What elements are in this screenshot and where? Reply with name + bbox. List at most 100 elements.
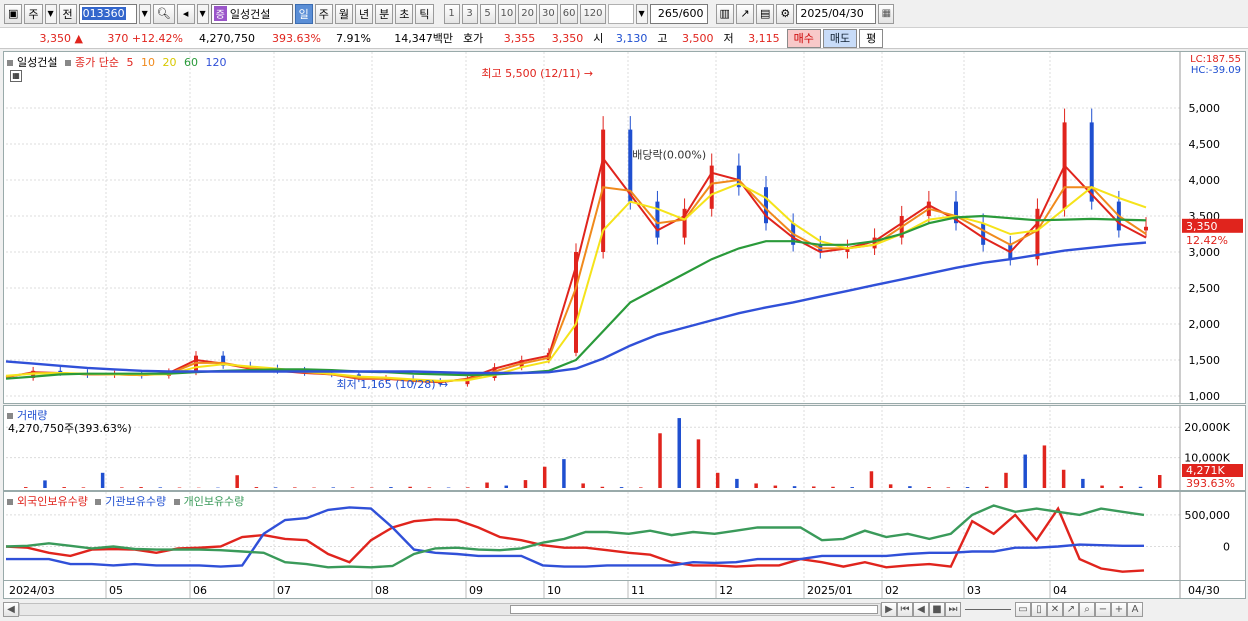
volume-bar [562,459,566,488]
volume-bar [427,487,432,488]
period-minute[interactable]: 분 [375,3,394,24]
scroll-track[interactable] [19,603,881,616]
period-tick[interactable]: 틱 [415,3,434,24]
period-second[interactable]: 초 [395,3,414,24]
fast-forward-icon[interactable]: ⏭ [945,602,961,617]
volume-bar [1158,475,1162,488]
date-input[interactable]: 2025/04/30 [796,3,877,24]
zoom-icon[interactable]: ⌕ [1079,602,1095,617]
prev-icon[interactable]: ◀ [913,602,929,617]
trend-icon[interactable]: ↗ [1063,602,1079,617]
volume-bar [600,486,605,488]
volume-bar [908,486,912,488]
legend-square [7,498,13,505]
volume-bar [985,486,989,488]
interval-5[interactable]: 5 [479,3,496,24]
high-annotation: 최고 5,500 (12/11) → [481,67,593,80]
interval-10[interactable]: 10 [497,3,517,24]
volume-bar [100,472,105,488]
scroll-left-icon[interactable]: ◀ [3,602,19,617]
table-icon[interactable]: ▦ [10,70,22,82]
speaker-dropdown-icon[interactable]: ▼ [196,3,209,24]
x-tick-label: 04/30 [1188,584,1220,597]
speaker-icon[interactable]: ◂ [176,3,195,24]
interval-dropdown-icon[interactable]: ▼ [635,3,648,24]
low-price: 3,115 [748,31,780,45]
volume-bar [24,487,28,488]
period-day[interactable]: 일 [294,3,313,24]
trade-amount: 14,347백만 [394,32,453,45]
date-value: 2025/04/30 [800,7,864,20]
scroll-thumb[interactable] [510,605,878,614]
market-select[interactable]: 주 [24,3,43,24]
volume-ratio: 393.63% [272,31,321,45]
holding-panel[interactable]: 0 500,000 외국인보유수량 기관보유수량 개인보유수량 [3,491,1246,581]
price-value: 3,350 [39,31,72,45]
volume-bar [658,433,662,488]
y-tick-label: 20,000K [1184,421,1230,434]
rewind-icon[interactable]: ⏮ [897,602,913,617]
gear-icon[interactable]: ⚙ [776,3,795,24]
window-menu-icon[interactable]: ▣ [4,3,23,24]
volume-bar [869,471,874,488]
draw-tool-icon[interactable]: ↗ [735,3,754,24]
volume-panel[interactable]: 10,000K 20,000K 4,271K 393.63% 거래량 4,270,75… [3,405,1246,491]
interval-20[interactable]: 20 [518,3,537,24]
pct-tag: 12.42% [1186,234,1228,247]
volume-value: 4,270,750주(393.63%) [8,422,132,435]
price-panel[interactable]: 1,000 1,500 2,000 2,500 3,000 3,500 4,000 4,500… [3,51,1246,404]
text-size-icon[interactable]: A [1127,602,1143,617]
search-icon[interactable]: 🔍︎ [152,3,175,24]
interval-custom-input[interactable] [607,3,634,24]
zoom-slider[interactable] [965,609,1011,610]
interval-30[interactable]: 30 [538,3,558,24]
split-icon[interactable]: ▯ [1031,602,1047,617]
crosshair-icon[interactable]: ✕ [1047,602,1063,617]
interval-60[interactable]: 60 [559,3,579,24]
period-week[interactable]: 주 [314,3,333,24]
code-dropdown-icon[interactable]: ▼ [138,3,151,24]
prev-button[interactable]: 전 [58,3,77,24]
x-tick-label: 07 [277,584,291,597]
layout-icon[interactable]: ▭ [1015,602,1031,617]
volume-bar [1023,454,1027,488]
scroll-right-icon[interactable]: ▶ [881,602,897,617]
y-tick-label: 2,000 [1189,318,1221,331]
interval-120[interactable]: 120 [580,3,606,24]
bottom-scrollbar[interactable]: ◀ ▶ ⏮ ◀ ■ ⏭ ▭ ▯ ✕ ↗ ⌕ − + A [3,600,1246,619]
minus-icon[interactable]: − [1095,602,1111,617]
plus-icon[interactable]: + [1111,602,1127,617]
stock-code-value: 013360 [81,7,126,20]
market-dropdown-icon[interactable]: ▼ [44,3,57,24]
volume-bar [1061,469,1066,488]
save-icon[interactable]: ▤ [755,3,775,24]
buy-button[interactable]: 매수 [786,28,821,48]
y-tick-label: 2,500 [1189,282,1221,295]
volume-bar [1042,445,1047,488]
volume-chart[interactable]: 10,000K 20,000K 4,271K393.63% [4,406,1245,490]
quote-bar: 3,350 ▲ 370 +12.42% 4,270,750 393.63% 7.… [0,28,1248,49]
interval-3[interactable]: 3 [461,3,478,24]
interval-1[interactable]: 1 [443,3,460,24]
stock-code-input[interactable]: 013360 [78,3,137,24]
legend-institution: 기관보유수량 [105,495,167,508]
legend-stock-name: 일성건설 [17,56,58,69]
volume-bar [542,466,547,488]
price-legend: 일성건설 종가 단순 5 10 20 60 120 [7,54,230,70]
turnover: 7.91% [336,31,371,45]
period-year[interactable]: 년 [355,3,374,24]
even-button[interactable]: 평 [859,28,884,48]
chart-window: ▣ 주 ▼ 전 013360 ▼ 🔍︎ ◂ ▼ 증 일성건설 일 주 월 년 분… [0,0,1248,621]
volume-bar [62,487,66,488]
market-tag: 증 [213,6,227,21]
chart-type-icon[interactable]: ▥ [715,3,734,24]
volume-bar [927,487,931,488]
sell-button[interactable]: 매도 [822,28,858,48]
price-chart[interactable]: 1,0001,5002,0002,5003,0003,5004,0004,500… [4,52,1245,403]
calendar-icon[interactable]: ▦ [878,3,895,24]
volume-bar [158,487,163,488]
stop-icon[interactable]: ■ [929,602,945,617]
stock-name-box[interactable]: 증 일성건설 [210,3,293,24]
count-input[interactable]: 265/600 [649,3,708,24]
period-month[interactable]: 월 [334,3,353,24]
